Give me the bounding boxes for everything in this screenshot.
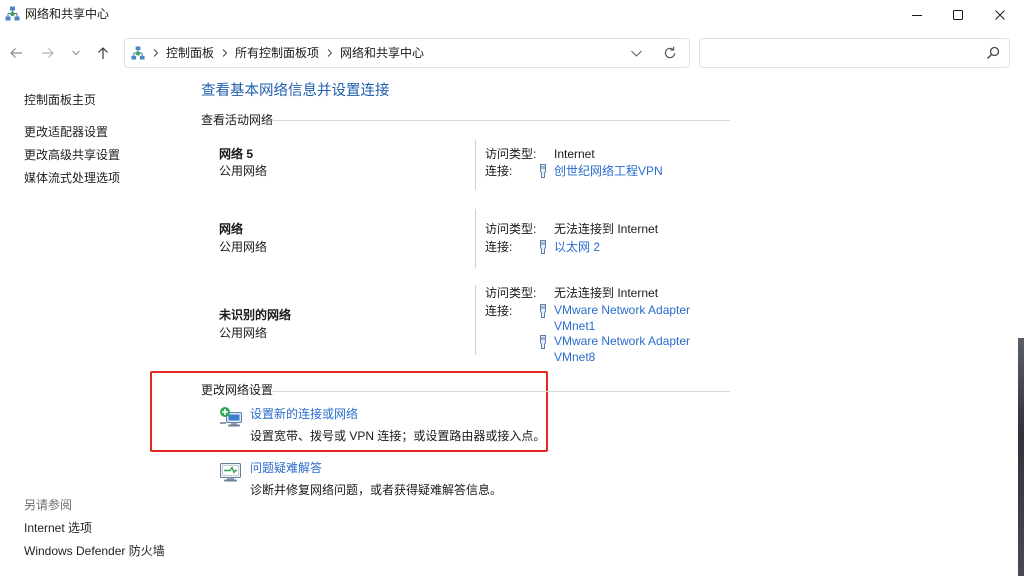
chevron-down-icon	[72, 50, 80, 56]
connection-entry[interactable]: 以太网 2	[539, 239, 704, 255]
minimize-button[interactable]	[896, 0, 938, 29]
breadcrumb: 控制面板 所有控制面板项 网络和共享中心	[125, 39, 424, 67]
access-type-label: 访问类型:	[485, 147, 537, 161]
address-dropdown-button[interactable]	[630, 39, 642, 67]
task-description: 设置宽带、拨号或 VPN 连接；或设置路由器或接入点。	[250, 429, 546, 443]
refresh-button[interactable]	[663, 39, 677, 67]
refresh-icon	[664, 46, 676, 59]
minimize-icon	[912, 14, 922, 16]
search-box[interactable]	[699, 38, 1010, 68]
connections-label: 连接:	[485, 164, 513, 178]
network-category[interactable]: 公用网络	[219, 325, 267, 341]
recent-locations-button[interactable]	[66, 39, 86, 67]
sidebar-item-advanced-sharing-settings[interactable]: 更改高级共享设置	[24, 147, 120, 163]
search-input[interactable]	[708, 42, 978, 64]
access-type-value: 无法连接到 Internet	[554, 222, 659, 236]
breadcrumb-control-panel[interactable]: 控制面板	[166, 45, 214, 61]
connection-link[interactable]: VMware Network Adapter VMnet8	[554, 334, 704, 365]
forward-button[interactable]	[34, 39, 62, 67]
section-heading-active-networks: 查看活动网络	[201, 113, 274, 127]
section-heading-change-network-settings: 更改网络设置	[201, 383, 274, 397]
connection-list: 以太网 2	[539, 239, 704, 255]
section-divider	[272, 120, 730, 121]
breadcrumb-all-control-panel-items[interactable]: 所有控制面板项	[235, 45, 319, 61]
network-name: 未识别的网络	[219, 308, 292, 322]
network-divider	[475, 209, 476, 268]
close-button[interactable]	[979, 0, 1021, 29]
troubleshoot-icon	[219, 461, 243, 483]
connection-entry[interactable]: VMware Network Adapter VMnet1	[539, 303, 704, 334]
troubleshoot-problems-link[interactable]: 问题疑难解答	[250, 460, 322, 476]
see-also-internet-options[interactable]: Internet 选项	[24, 520, 92, 536]
connection-entry[interactable]: VMware Network Adapter VMnet8	[539, 334, 704, 365]
connection-entry[interactable]: 创世纪网络工程VPN	[539, 163, 704, 179]
ethernet-plug-icon	[539, 239, 554, 255]
chevron-right-icon[interactable]	[327, 49, 333, 57]
breadcrumb-network-sharing-center[interactable]: 网络和共享中心	[340, 45, 424, 61]
ethernet-plug-icon	[539, 303, 554, 319]
network-category[interactable]: 公用网络	[219, 163, 267, 179]
section-divider	[272, 391, 730, 392]
search-icon[interactable]	[986, 39, 1000, 67]
access-type-value: 无法连接到 Internet	[554, 286, 659, 300]
sidebar-item-control-panel-home[interactable]: 控制面板主页	[24, 92, 96, 108]
up-button[interactable]	[89, 39, 117, 67]
network-sharing-center-icon	[131, 46, 145, 60]
maximize-button[interactable]	[937, 0, 979, 29]
ethernet-plug-icon	[539, 334, 554, 350]
connection-link[interactable]: VMware Network Adapter VMnet1	[554, 303, 704, 334]
network-divider	[475, 285, 476, 355]
see-also-heading: 另请参阅	[24, 498, 73, 512]
close-icon	[995, 9, 1005, 20]
chevron-down-icon	[630, 50, 642, 57]
connections-label: 连接:	[485, 304, 513, 318]
page-title: 查看基本网络信息并设置连接	[201, 83, 390, 99]
connection-link[interactable]: 以太网 2	[554, 239, 704, 255]
address-bar[interactable]: 控制面板 所有控制面板项 网络和共享中心	[124, 38, 690, 68]
connections-label: 连接:	[485, 240, 513, 254]
window-title: 网络和共享中心	[25, 7, 110, 21]
ethernet-plug-icon	[539, 163, 554, 179]
chevron-right-icon[interactable]	[222, 49, 228, 57]
new-connection-icon	[219, 406, 243, 428]
sidebar-item-change-adapter-settings[interactable]: 更改适配器设置	[24, 124, 108, 140]
connection-list: 创世纪网络工程VPN	[539, 163, 704, 179]
arrow-up-icon	[98, 47, 108, 59]
maximize-icon	[953, 9, 963, 20]
task-description: 诊断并修复网络问题，或者获得疑难解答信息。	[250, 483, 503, 497]
access-type-label: 访问类型:	[485, 222, 537, 236]
network-sharing-center-icon	[5, 6, 20, 21]
network-name: 网络	[219, 222, 244, 236]
arrow-left-icon	[10, 48, 22, 58]
desktop-background-edge	[1018, 338, 1024, 576]
setup-new-connection-link[interactable]: 设置新的连接或网络	[250, 406, 358, 422]
access-type-label: 访问类型:	[485, 286, 537, 300]
network-category[interactable]: 公用网络	[219, 239, 267, 255]
network-name: 网络 5	[219, 147, 254, 161]
connection-link[interactable]: 创世纪网络工程VPN	[554, 163, 704, 179]
network-divider	[475, 140, 476, 190]
connection-list: VMware Network Adapter VMnet1 VMware Net…	[539, 303, 704, 365]
arrow-right-icon	[42, 48, 54, 58]
sidebar-item-media-streaming-options[interactable]: 媒体流式处理选项	[24, 170, 120, 186]
see-also-windows-defender-firewall[interactable]: Windows Defender 防火墙	[24, 543, 165, 559]
back-button[interactable]	[2, 39, 30, 67]
access-type-value: Internet	[554, 147, 595, 161]
chevron-right-icon[interactable]	[153, 49, 159, 57]
